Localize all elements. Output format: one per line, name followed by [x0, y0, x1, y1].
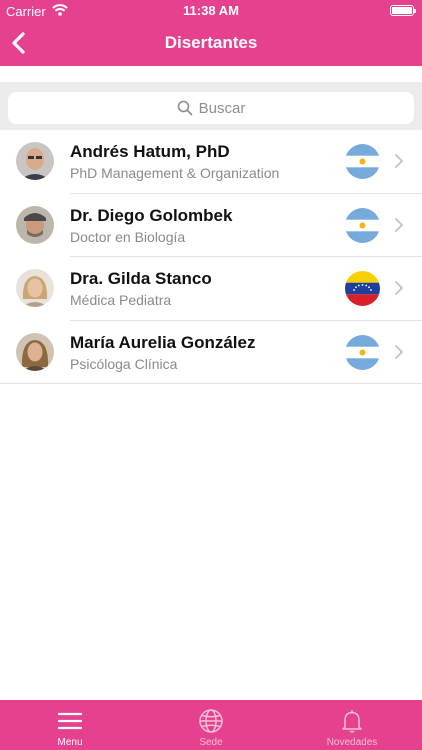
globe-icon	[199, 709, 223, 733]
chevron-right-icon	[395, 154, 403, 168]
tab-label: Novedades	[326, 737, 378, 748]
search-bar-container: Buscar	[0, 82, 422, 130]
list-item-speaker-2[interactable]: Dr. Diego Golombek Doctor en Biología	[0, 194, 422, 257]
status-time: 11:38 AM	[183, 3, 239, 18]
tab-sede[interactable]: Sede	[141, 700, 281, 750]
row-divider	[0, 383, 422, 384]
bell-icon	[342, 710, 362, 733]
list-item-speaker-3[interactable]: Dra. Gilda Stanco Médica Pediatra	[0, 257, 422, 321]
battery-icon	[390, 5, 416, 16]
tab-bar: Menu Sede Novedades	[0, 700, 422, 750]
avatar	[16, 205, 54, 244]
speaker-name: Dr. Diego Golombek	[70, 205, 233, 225]
list-item-speaker-1[interactable]: Andrés Hatum, PhD PhD Management & Organ…	[0, 130, 422, 194]
argentina-flag-icon	[345, 334, 380, 370]
speaker-name: Dra. Gilda Stanco	[70, 269, 212, 288]
speaker-name: Andrés Hatum, PhD	[70, 142, 230, 161]
chevron-right-icon	[395, 344, 403, 359]
avatar	[16, 269, 54, 307]
navigation-bar: Disertantes	[0, 22, 422, 66]
status-bar: Carrier 11:38 AM	[0, 0, 422, 22]
list-item-speaker-4[interactable]: María Aurelia González Psicóloga Clínica	[0, 321, 422, 384]
menu-icon	[57, 712, 83, 730]
tab-label: Menu	[57, 737, 83, 748]
speaker-title: Médica Pediatra	[70, 292, 172, 308]
avatar	[16, 142, 54, 180]
chevron-right-icon	[395, 217, 403, 232]
speaker-title: PhD Management & Organization	[70, 165, 280, 181]
speaker-title: Psicóloga Clínica	[70, 355, 178, 372]
speaker-name: María Aurelia González	[70, 332, 256, 352]
search-icon	[177, 100, 193, 116]
search-placeholder: Buscar	[198, 99, 246, 117]
argentina-flag-icon	[345, 207, 380, 243]
tab-novedades[interactable]: Novedades	[282, 700, 422, 750]
speakers-screen: Carrier 11:38 AM Disertantes Buscar Andr…	[0, 0, 422, 750]
avatar	[16, 332, 54, 371]
search-input[interactable]: Buscar	[8, 92, 414, 124]
header: Carrier 11:38 AM Disertantes	[0, 0, 422, 66]
speaker-title: Doctor en Biología	[70, 228, 186, 245]
argentina-flag-icon	[345, 144, 380, 179]
tab-menu[interactable]: Menu	[0, 700, 140, 750]
venezuela-flag-icon	[345, 271, 380, 306]
tab-label: Sede	[199, 737, 223, 748]
speaker-list: Andrés Hatum, PhD PhD Management & Organ…	[0, 130, 422, 384]
chevron-right-icon	[395, 281, 403, 295]
page-title: Disertantes	[164, 33, 258, 52]
